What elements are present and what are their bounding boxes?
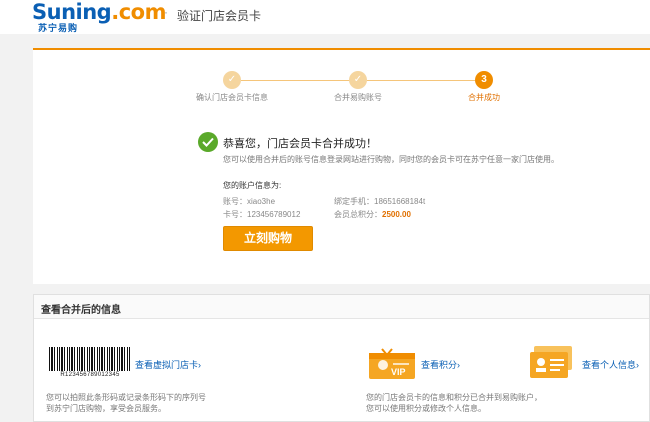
view-virtual-card-link[interactable]: 查看虚拟门店卡› [135,358,201,371]
success-description: 您可以使用合并后的账号信息登录网站进行购物，同时您的会员卡可在苏宁任意一家门店使… [223,155,559,164]
suning-logo[interactable]: Suning.com 苏宁易购 [32,1,166,33]
points-label: 会员总积分： [334,210,382,219]
merge-desc-line-1: 您的门店会员卡的信息和积分已合并到易购账户， [366,393,542,402]
profile-card-icon [530,346,574,378]
merge-desc-line-2: 您可以使用积分或修改个人信息。 [366,404,486,413]
progress-steps: ✓ 确认门店会员卡信息 ✓ 合并易购账号 3 合并成功 [33,70,650,110]
step-connector-2 [367,80,475,81]
header-separator: · [164,5,168,19]
logo-text-com: com [118,0,167,24]
barcode-image: R123456789012345 [49,347,131,381]
page-title: 验证门店会员卡 [177,9,262,23]
step-2-check-icon: ✓ [349,71,367,89]
success-title: 恭喜您，门店会员卡合并成功！ [223,138,377,150]
step-3-number: 3 [475,71,493,89]
merged-info-title: 查看合并后的信息 [41,305,121,316]
merged-info-panel: 查看合并后的信息 R123456789012345 查看虚拟门店卡› 您可以拍照… [33,294,650,422]
step-connector-1 [241,80,349,81]
account-info-title: 您的账户信息为: [223,181,282,190]
phone-value: 18651668184t [374,197,426,206]
barcode-bars [49,347,131,371]
phone-row: 绑定手机：18651668184t [334,196,425,207]
points-row: 会员总积分：2500.00 [334,209,411,220]
step-1-check-icon: ✓ [223,71,241,89]
merged-info-header: 查看合并后的信息 [34,295,649,319]
view-points-label: 查看积分 [421,360,458,370]
account-value: xiao3he [247,197,276,206]
barcode-number: R123456789012345 [60,372,120,378]
vip-card-icon: VIP [369,347,415,379]
success-check-icon [198,132,218,152]
chevron-right-icon: › [636,360,640,370]
card-label: 卡号： [223,210,247,219]
card-value: 123456789012 [247,210,301,219]
top-band [0,34,650,48]
logo-subtitle: 苏宁易购 [38,23,79,33]
phone-label: 绑定手机： [334,197,374,206]
merge-description: 您的门店会员卡的信息和积分已合并到易购账户， 您可以使用积分或修改个人信息。 [366,392,542,414]
view-profile-link[interactable]: 查看个人信息› [582,358,639,371]
virtual-card-desc-line-1: 您可以拍照此条形码或记录条形码下的序列号 [46,393,206,402]
view-virtual-card-label: 查看虚拟门店卡 [135,360,199,370]
step-3-label: 合并成功 [468,93,500,102]
vip-card-text: VIP [391,367,406,377]
virtual-card-desc-line-2: 到苏宁门店购物，享受会员服务。 [46,404,166,413]
logo-text-suning: Suning [32,0,112,24]
card-number-row: 卡号：123456789012 [223,209,300,220]
virtual-card-description: 您可以拍照此条形码或记录条形码下的序列号 到苏宁门店购物，享受会员服务。 [46,392,206,414]
account-label: 账号： [223,197,247,206]
view-points-link[interactable]: 查看积分› [421,358,460,371]
points-value: 2500.00 [382,210,411,219]
shop-now-button[interactable]: 立刻购物 [223,226,313,251]
account-name-row: 账号：xiao3he [223,196,275,207]
header: Suning.com 苏宁易购 · 验证门店会员卡 [0,0,650,34]
view-profile-label: 查看个人信息 [582,360,637,370]
step-2-label: 合并易购账号 [334,93,382,102]
chevron-right-icon: › [457,360,461,370]
step-1-label: 确认门店会员卡信息 [196,93,268,102]
chevron-right-icon: › [198,360,202,370]
result-card: ✓ 确认门店会员卡信息 ✓ 合并易购账号 3 合并成功 恭喜您，门店会员卡合并成… [33,48,650,284]
logo-text-dot: . [111,0,119,24]
